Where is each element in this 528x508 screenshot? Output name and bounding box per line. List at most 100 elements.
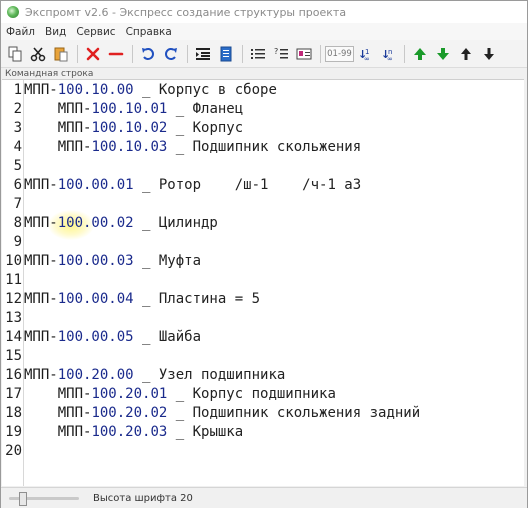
- document-icon[interactable]: [215, 43, 236, 64]
- menu-help[interactable]: Справка: [121, 26, 177, 38]
- editor-line[interactable]: 12 МПП-100.00.04 _ Пластина = 5: [2, 290, 260, 309]
- designation-code: 100.00.05: [57, 329, 134, 345]
- editor-line[interactable]: 10 МПП-100.00.03 _ Муфта: [2, 252, 201, 271]
- editor-line[interactable]: 11: [2, 271, 22, 290]
- redo-icon[interactable]: [160, 43, 181, 64]
- item-name: _ Цилиндр: [133, 215, 218, 231]
- designation-prefix: МПП-: [24, 177, 58, 193]
- numbered-list-icon[interactable]: ?: [270, 43, 291, 64]
- editor-line[interactable]: 5: [2, 157, 22, 176]
- line-number: 17: [5, 386, 22, 402]
- line-number: 18: [5, 405, 22, 421]
- line-text: МПП-100.20.02 _ Подшипник скольжения зад…: [24, 404, 420, 423]
- window-title: Экспромт v2.6 - Экспресс создание структ…: [25, 5, 347, 19]
- toolbar: ? 01-99 ↓ 1 ∞ ↓ n ∞: [1, 40, 527, 68]
- font-height-label: Высота шрифта 20: [93, 492, 193, 504]
- menu-service[interactable]: Сервис: [71, 26, 120, 38]
- editor-line[interactable]: 3 МПП-100.10.02 _ Корпус: [2, 119, 244, 138]
- line-text: МПП-100.10.02 _ Корпус: [24, 119, 243, 138]
- editor-line[interactable]: 1 МПП-100.10.00 _ Корпус в сборе: [2, 81, 277, 100]
- move-up-icon[interactable]: [409, 43, 430, 64]
- menu-bar: Файл Вид Сервис Справка: [1, 23, 527, 40]
- move-down-icon[interactable]: [432, 43, 453, 64]
- numbering-range-box[interactable]: 01-99: [325, 45, 354, 62]
- editor-line[interactable]: 7: [2, 195, 22, 214]
- editor-line[interactable]: 17 МПП-100.20.01 _ Корпус подшипника: [2, 385, 336, 404]
- svg-text:?: ?: [274, 47, 278, 56]
- cut-icon[interactable]: [27, 43, 48, 64]
- editor-line[interactable]: 13: [2, 309, 22, 328]
- item-name: _ Корпус подшипника: [167, 386, 336, 402]
- menu-file[interactable]: Файл: [1, 26, 40, 38]
- designation-prefix: МПП-: [57, 120, 92, 136]
- designation-code: 100.20.00: [57, 367, 134, 383]
- designation-code: 100.00.03: [57, 253, 134, 269]
- line-text: МПП-100.00.03 _ Муфта: [24, 252, 201, 271]
- title-bar: Экспромт v2.6 - Экспресс создание структ…: [1, 1, 527, 23]
- designation-prefix: МПП-: [57, 139, 92, 155]
- toolbar-separator: [320, 44, 321, 63]
- remove-icon[interactable]: [105, 43, 126, 64]
- line-number: 11: [5, 272, 22, 288]
- text-editor[interactable]: 1 МПП-100.10.00 _ Корпус в сборе 2 МПП-100…: [2, 79, 524, 486]
- app-window: Экспромт v2.6 - Экспресс создание структ…: [0, 0, 528, 508]
- editor-line[interactable]: 16 МПП-100.20.00 _ Узел подшипника: [2, 366, 285, 385]
- undo-icon[interactable]: [137, 43, 158, 64]
- move-top-icon[interactable]: [455, 43, 476, 64]
- item-name: _ Узел подшипника: [133, 367, 286, 383]
- designation-code: 100.10.01: [91, 101, 168, 117]
- designation-code: 100.20.01: [91, 386, 168, 402]
- item-name: _ Шайба: [133, 329, 202, 345]
- editor-line[interactable]: 9: [2, 233, 22, 252]
- editor-line[interactable]: 2 МПП-100.10.01 _ Фланец: [2, 100, 244, 119]
- paste-icon[interactable]: [50, 43, 71, 64]
- editor-line[interactable]: 18 МПП-100.20.02 _ Подшипник скольжения …: [2, 404, 420, 423]
- editor-line[interactable]: 19 МПП-100.20.03 _ Крышка: [2, 423, 243, 442]
- designation-code: 100.00.02: [57, 215, 134, 231]
- list-icon[interactable]: [247, 43, 268, 64]
- designation-prefix: МПП-: [57, 101, 92, 117]
- slider-thumb[interactable]: [19, 492, 27, 506]
- editor-line[interactable]: 20: [2, 442, 22, 461]
- app-logo-icon: [7, 6, 19, 18]
- subscript-numbering-icon[interactable]: ↓ 1 ∞: [354, 43, 375, 64]
- line-text: МПП-100.00.02 _ Цилиндр: [24, 214, 218, 233]
- font-size-slider[interactable]: [9, 491, 79, 506]
- indent-icon[interactable]: [192, 43, 213, 64]
- line-text: МПП-100.20.00 _ Узел подшипника: [24, 366, 285, 385]
- item-name: _ Пластина = 5: [133, 291, 261, 307]
- item-name: _ Фланец: [167, 101, 244, 117]
- designation-code: 100.20.02: [91, 405, 168, 421]
- menu-view[interactable]: Вид: [40, 26, 71, 38]
- designation-code: 100.20.03: [91, 424, 168, 440]
- designation-code: 100.00.04: [57, 291, 134, 307]
- toolbar-separator: [404, 44, 405, 63]
- designation-prefix: МПП-: [24, 291, 58, 307]
- editor-line[interactable]: 6 МПП-100.00.01 _ Ротор /ш-1 /ч-1 а3: [2, 176, 362, 195]
- editor-line[interactable]: 14 МПП-100.00.05 _ Шайба: [2, 328, 201, 347]
- delete-icon[interactable]: [82, 43, 103, 64]
- card-icon[interactable]: [293, 43, 314, 64]
- line-text: МПП-100.20.03 _ Крышка: [24, 423, 243, 442]
- line-text: МПП-100.10.00 _ Корпус в сборе: [24, 81, 277, 100]
- line-number: 19: [5, 424, 22, 440]
- svg-text:∞: ∞: [364, 55, 370, 62]
- editor-line[interactable]: 8 МПП-100.00.02 _ Цилиндр: [2, 214, 218, 233]
- move-bottom-icon[interactable]: [478, 43, 499, 64]
- designation-prefix: МПП-: [57, 386, 92, 402]
- item-name: _ Подшипник скольжения: [167, 139, 362, 155]
- item-name: _ Ротор /ш-1 /ч-1 а3: [133, 177, 362, 193]
- editor-line[interactable]: 15: [2, 347, 22, 366]
- copy-icon[interactable]: [4, 43, 25, 64]
- line-number: 4: [13, 139, 22, 155]
- line-number: 12: [5, 291, 22, 307]
- editor-line[interactable]: 4 МПП-100.10.03 _ Подшипник скольжения: [2, 138, 362, 157]
- superscript-numbering-icon[interactable]: ↓ n ∞: [377, 43, 398, 64]
- designation-prefix: МПП-: [57, 424, 92, 440]
- toolbar-separator: [77, 44, 78, 63]
- line-text: МПП-100.10.03 _ Подшипник скольжения: [24, 138, 361, 157]
- item-name: _ Корпус в сборе: [133, 82, 277, 98]
